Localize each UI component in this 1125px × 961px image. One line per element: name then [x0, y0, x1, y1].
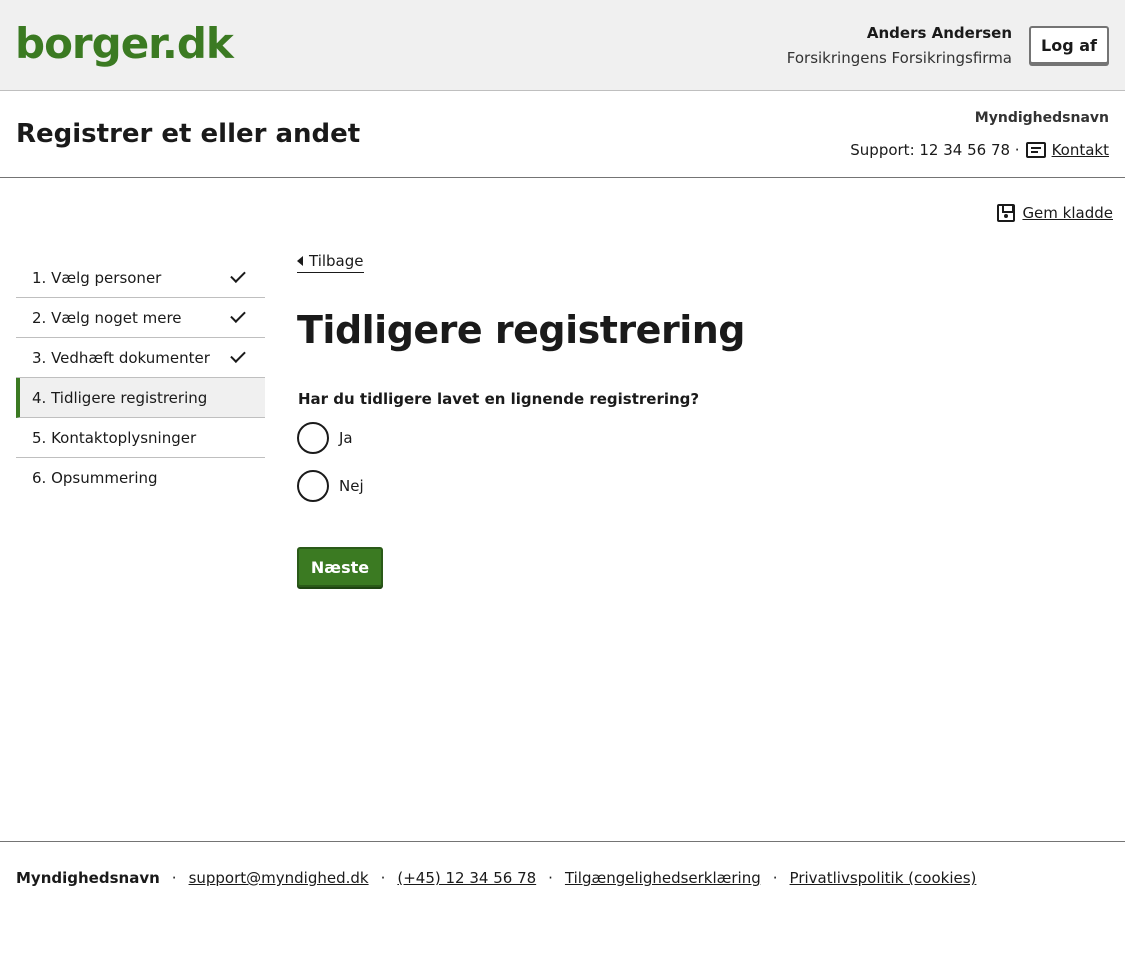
top-bar: borger.dk Anders Andersen Forsikringens … — [0, 0, 1125, 91]
step-item-2[interactable]: 2. Vælg noget mere — [16, 298, 265, 338]
user-organization: Forsikringens Forsikringsfirma — [786, 49, 1012, 67]
separator: · — [380, 869, 386, 887]
contact-link[interactable]: Kontakt — [1052, 141, 1109, 159]
check-icon — [230, 346, 246, 363]
footer-phone-link[interactable]: (+45) 12 34 56 78 — [397, 869, 536, 887]
footer-privacy-link[interactable]: Privatlivspolitik (cookies) — [790, 869, 977, 887]
step-label: 4. Tidligere registrering — [32, 388, 208, 407]
footer-email-link[interactable]: support@myndighed.dk — [189, 869, 369, 887]
check-icon — [230, 306, 246, 323]
message-icon — [1025, 142, 1046, 158]
radio-option-yes[interactable]: Ja — [297, 422, 353, 454]
service-header: Registrer et eller andet Myndighedsnavn … — [0, 91, 1125, 178]
caret-left-icon — [297, 256, 303, 266]
support-phone: Support: 12 34 56 78 · — [850, 141, 1020, 159]
step-item-4-current[interactable]: 4. Tidligere registrering — [16, 378, 265, 418]
logout-button[interactable]: Log af — [1029, 26, 1109, 64]
step-item-3[interactable]: 3. Vedhæft dokumenter — [16, 338, 265, 378]
step-navigation: 1. Vælg personer 2. Vælg noget mere 3. V… — [16, 258, 265, 498]
support-info: Support: 12 34 56 78 · Kontakt — [850, 141, 1109, 159]
back-label: Tilbage — [309, 252, 364, 270]
footer-authority: Myndighedsnavn — [16, 869, 160, 887]
step-label: 2. Vælg noget mere — [32, 308, 182, 327]
save-draft[interactable]: Gem kladde — [997, 204, 1113, 222]
footer-links: Myndighedsnavn · support@myndighed.dk · … — [16, 869, 976, 887]
save-icon — [997, 204, 1016, 222]
step-item-6[interactable]: 6. Opsummering — [16, 458, 265, 498]
next-button[interactable]: Næste — [297, 547, 383, 587]
save-draft-link[interactable]: Gem kladde — [1022, 204, 1113, 222]
step-label: 6. Opsummering — [32, 469, 158, 487]
radio-option-no[interactable]: Nej — [297, 470, 364, 502]
radio-button-no[interactable] — [297, 470, 329, 502]
separator: · — [171, 869, 177, 887]
radio-label-no: Nej — [339, 477, 364, 495]
step-label: 5. Kontaktoplysninger — [32, 428, 197, 447]
step-label: 1. Vælg personer — [32, 268, 162, 287]
radio-label-yes: Ja — [339, 429, 353, 447]
footer: Myndighedsnavn · support@myndighed.dk · … — [0, 841, 1125, 961]
step-item-1[interactable]: 1. Vælg personer — [16, 258, 265, 298]
back-link[interactable]: Tilbage — [297, 252, 364, 273]
check-icon — [230, 266, 246, 283]
question-label: Har du tidligere lavet en lignende regis… — [298, 390, 700, 408]
page-title: Tidligere registrering — [297, 308, 745, 352]
borger-dk-logo[interactable]: borger.dk — [15, 18, 234, 70]
step-item-5[interactable]: 5. Kontaktoplysninger — [16, 418, 265, 458]
service-title: Registrer et eller andet — [16, 119, 361, 149]
authority-name: Myndighedsnavn — [974, 110, 1109, 126]
footer-accessibility-link[interactable]: Tilgængelighedserklæring — [565, 869, 761, 887]
user-name: Anders Andersen — [866, 24, 1012, 42]
user-info: Anders Andersen Forsikringens Forsikring… — [787, 24, 1012, 67]
radio-button-yes[interactable] — [297, 422, 329, 454]
step-label: 3. Vedhæft dokumenter — [32, 348, 210, 367]
separator: · — [548, 869, 553, 887]
separator: · — [772, 869, 778, 887]
